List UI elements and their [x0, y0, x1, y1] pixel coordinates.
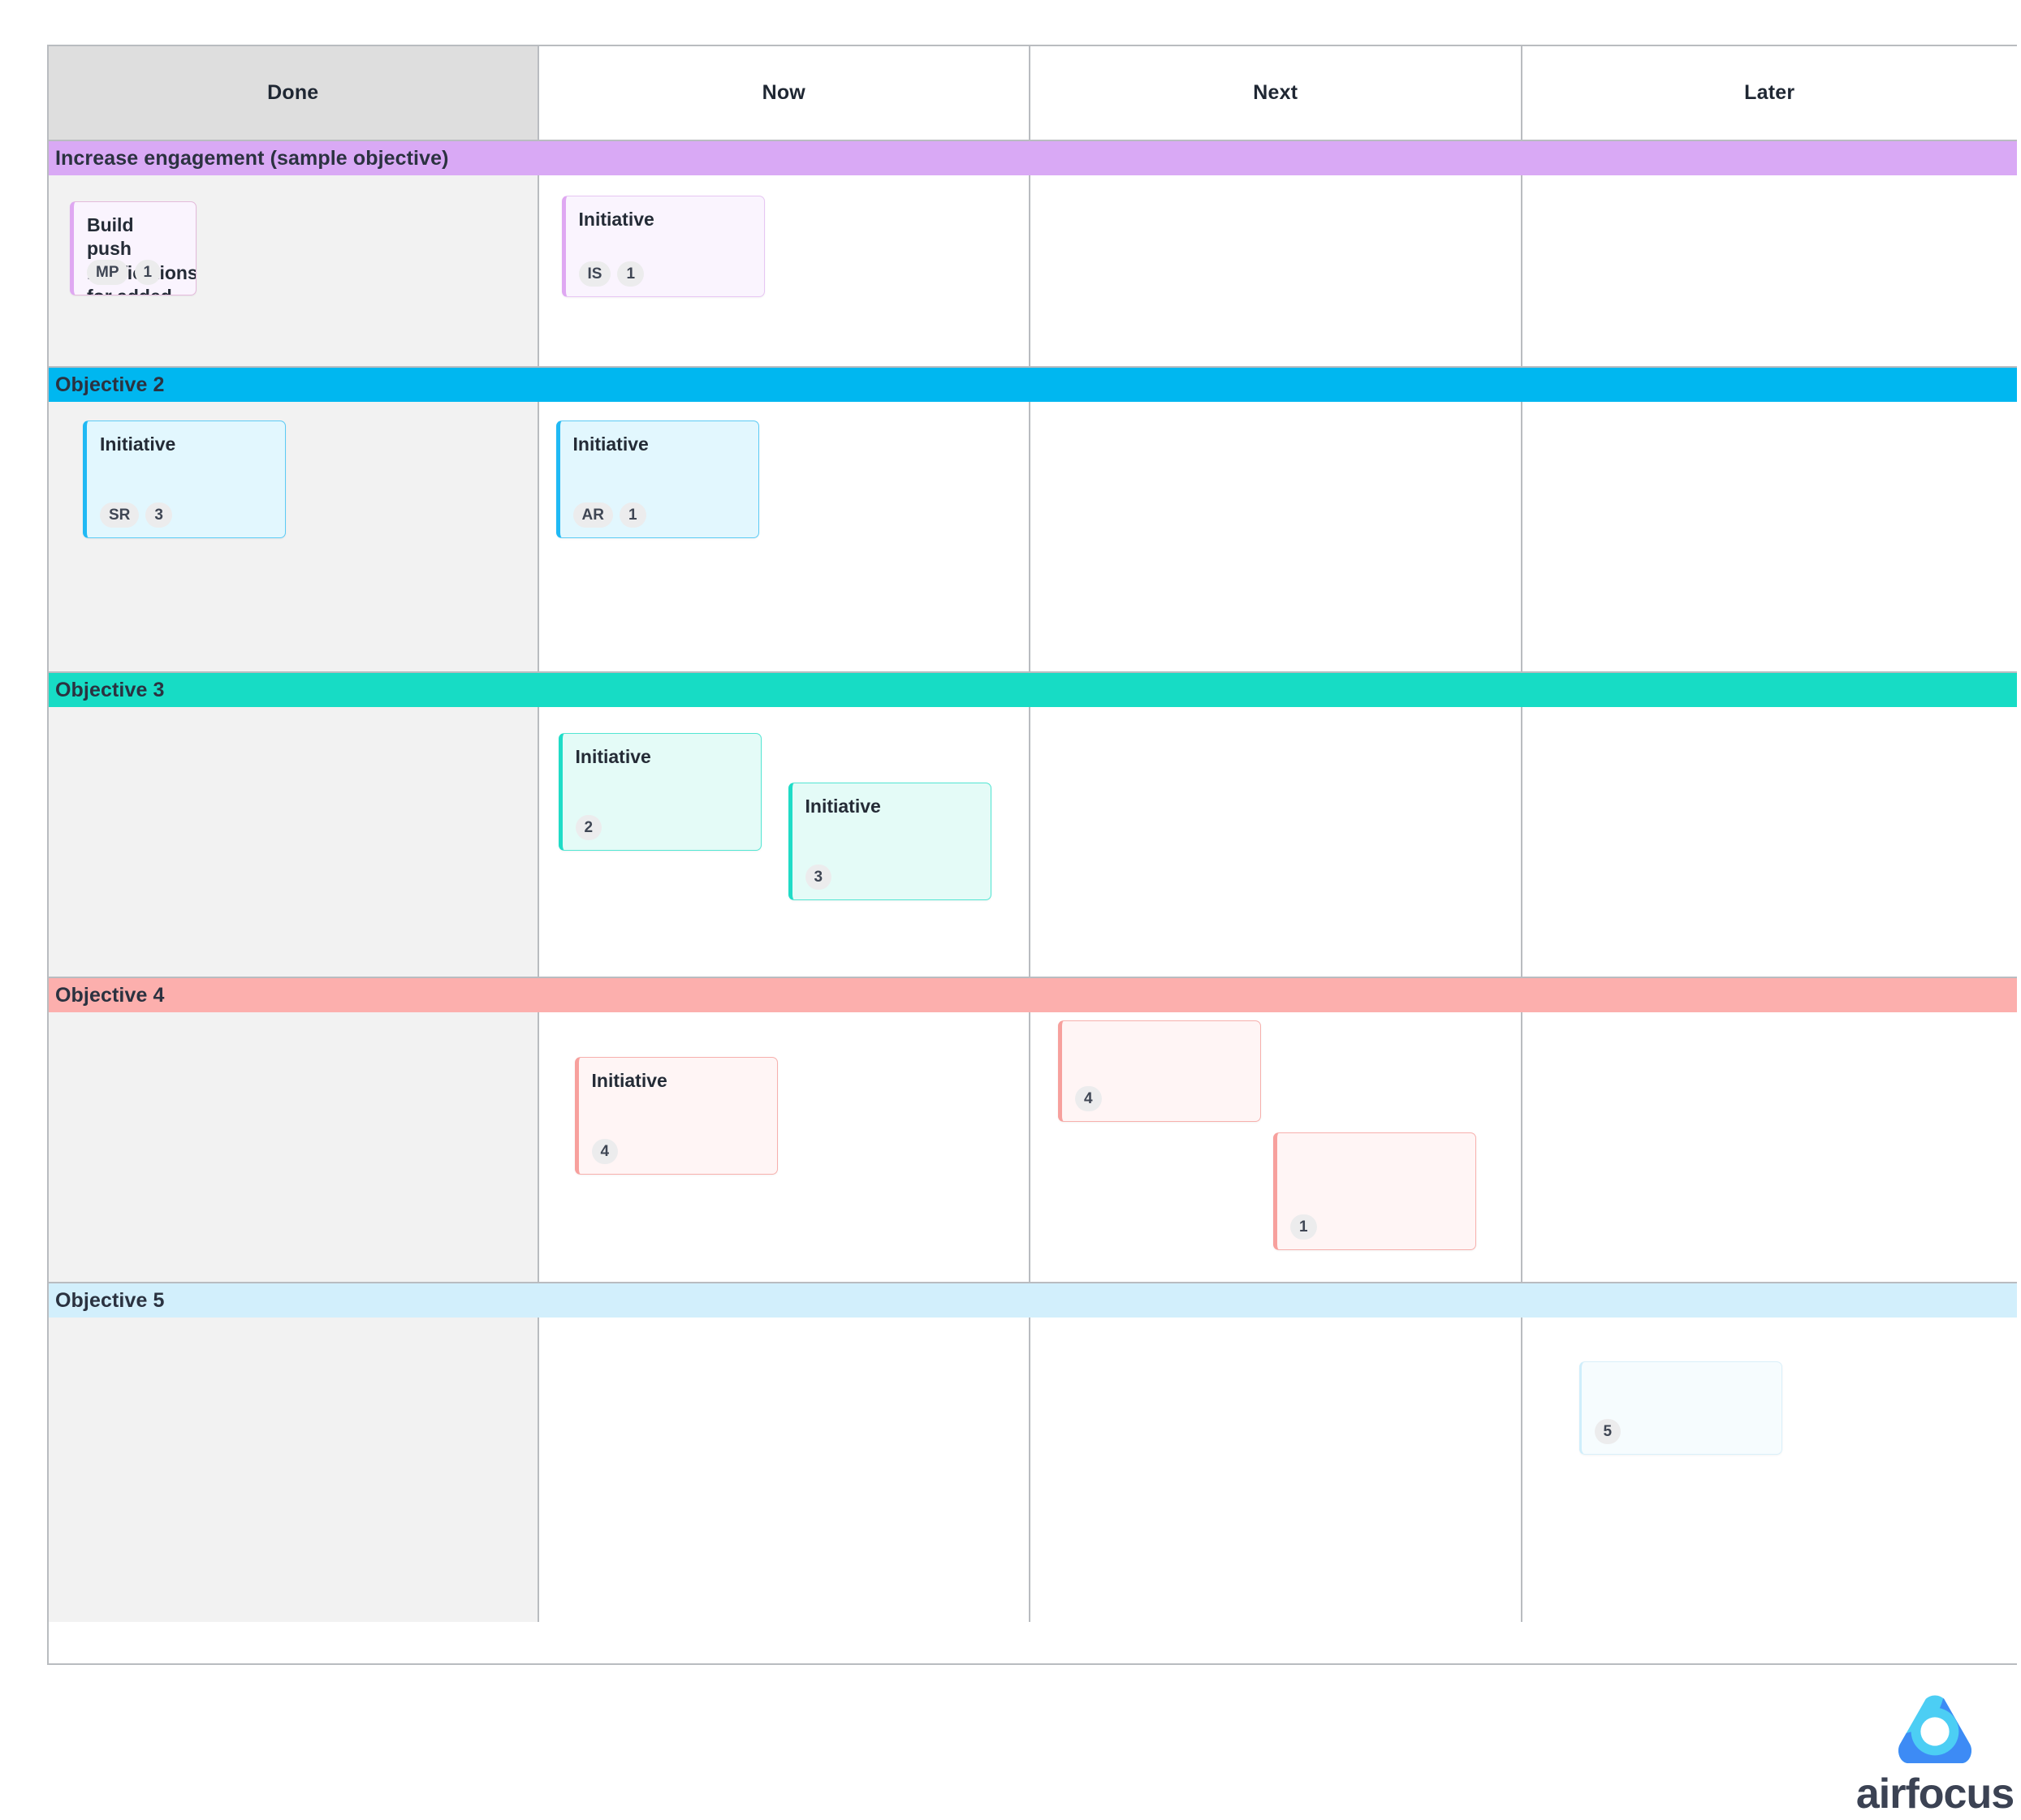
- card-initiative[interactable]: Initiative 2: [558, 733, 762, 851]
- airfocus-wordmark: airfocus: [1855, 1770, 2015, 1818]
- column-header-now[interactable]: Now: [538, 46, 1030, 140]
- card-untitled[interactable]: 4: [1058, 1020, 1261, 1122]
- card-badges: 3: [805, 865, 832, 890]
- lane-3-cell-done[interactable]: [49, 707, 539, 977]
- column-header-later[interactable]: Later: [1522, 46, 2017, 140]
- column-header-row: Done Now Next Later: [49, 46, 2017, 141]
- objective-bar-4-label: Objective 4: [55, 983, 165, 1007]
- lane-5-cell-next[interactable]: [1030, 1318, 1522, 1622]
- lane-2-cell-next[interactable]: [1030, 402, 1522, 671]
- badge-owner: SR: [100, 502, 140, 528]
- card-badges: IS 1: [578, 261, 645, 287]
- card-untitled[interactable]: 5: [1578, 1361, 1782, 1455]
- lane-5-cell-done[interactable]: [49, 1318, 539, 1622]
- badge-owner: IS: [578, 261, 611, 287]
- objective-bar-1-label: Increase engagement (sample objective): [55, 146, 449, 170]
- card-badges: 2: [575, 815, 602, 840]
- lane-3-cell-later[interactable]: [1522, 707, 2017, 977]
- badge-count: 4: [591, 1139, 619, 1164]
- card-title: Initiative: [575, 746, 651, 767]
- card-title: Initiative: [578, 209, 654, 230]
- card-initiative[interactable]: Initiative IS 1: [561, 196, 765, 297]
- lane-5-cell-later[interactable]: 5: [1522, 1318, 2017, 1622]
- objective-bar-3[interactable]: Objective 3: [49, 673, 2017, 707]
- lane-5-cell-now[interactable]: [538, 1318, 1030, 1622]
- card-badges: SR 3: [100, 502, 172, 528]
- card-badges: AR 1: [572, 502, 646, 528]
- airfocus-logo: airfocus: [1853, 1695, 2017, 1815]
- lane-3-cell-next[interactable]: [1030, 707, 1522, 977]
- badge-count: 1: [1290, 1214, 1317, 1240]
- card-title: Initiative: [100, 433, 176, 455]
- airfocus-logo-icon: [1898, 1695, 1971, 1764]
- card-build-push-notifications[interactable]: Build push notifications for added user …: [70, 201, 196, 295]
- objective-bar-1[interactable]: Increase engagement (sample objective): [49, 141, 2017, 175]
- lane-1-cell-now[interactable]: Initiative IS 1: [538, 175, 1030, 366]
- card-badges: MP 1: [87, 260, 162, 285]
- card-title: Initiative: [572, 433, 649, 455]
- column-header-next-label: Next: [1253, 81, 1298, 104]
- badge-count: 3: [145, 502, 172, 528]
- column-header-now-label: Now: [762, 81, 805, 104]
- badge-count: 1: [617, 261, 645, 287]
- badge-count: 3: [805, 865, 832, 890]
- card-initiative[interactable]: Initiative 4: [574, 1057, 778, 1175]
- objective-bar-2-label: Objective 2: [55, 373, 165, 396]
- lane-4-cell-next[interactable]: 4 1: [1030, 1012, 1522, 1282]
- card-title: Initiative: [591, 1070, 667, 1091]
- objective-lane-5: 5: [49, 1318, 2017, 1622]
- objective-bar-5-label: Objective 5: [55, 1288, 165, 1312]
- lane-1-cell-later[interactable]: [1522, 175, 2017, 366]
- badge-owner: AR: [572, 502, 613, 528]
- card-initiative[interactable]: Initiative AR 1: [555, 420, 759, 538]
- objective-lane-2: Initiative SR 3 Initiative AR 1: [49, 402, 2017, 673]
- objective-lane-1: Build push notifications for added user …: [49, 175, 2017, 368]
- lane-4-cell-done[interactable]: [49, 1012, 539, 1282]
- lane-3-cell-now[interactable]: Initiative 2 Initiative 3: [538, 707, 1030, 977]
- card-title: Initiative: [805, 796, 881, 817]
- card-initiative[interactable]: Initiative SR 3: [83, 420, 286, 538]
- lane-1-cell-done[interactable]: Build push notifications for added user …: [49, 175, 539, 366]
- lane-2-cell-later[interactable]: [1522, 402, 2017, 671]
- badge-count: 4: [1075, 1086, 1102, 1111]
- column-header-later-label: Later: [1744, 81, 1795, 104]
- roadmap-board: Done Now Next Later Increase engagement …: [47, 45, 2017, 1665]
- badge-owner: MP: [87, 260, 128, 285]
- card-badges: 4: [591, 1139, 619, 1164]
- badge-count: 1: [134, 260, 162, 285]
- card-initiative[interactable]: Initiative 3: [788, 783, 991, 900]
- objective-bar-5[interactable]: Objective 5: [49, 1283, 2017, 1318]
- objective-bar-2[interactable]: Objective 2: [49, 368, 2017, 402]
- card-untitled[interactable]: 1: [1273, 1132, 1476, 1250]
- card-badges: 5: [1594, 1419, 1622, 1444]
- roadmap-board-page: Done Now Next Later Increase engagement …: [0, 0, 2021, 1820]
- objective-lane-3: Initiative 2 Initiative 3: [49, 707, 2017, 978]
- column-header-done[interactable]: Done: [49, 46, 539, 140]
- lane-4-cell-now[interactable]: Initiative 4: [538, 1012, 1030, 1282]
- lane-2-cell-now[interactable]: Initiative AR 1: [538, 402, 1030, 671]
- badge-count: 5: [1594, 1419, 1622, 1444]
- badge-count: 1: [619, 502, 646, 528]
- badge-count: 2: [575, 815, 602, 840]
- lane-1-cell-next[interactable]: [1030, 175, 1522, 366]
- objective-bar-3-label: Objective 3: [55, 678, 165, 701]
- card-badges: 4: [1075, 1086, 1102, 1111]
- objective-bar-4[interactable]: Objective 4: [49, 978, 2017, 1012]
- objective-lane-4: Initiative 4 4 1: [49, 1012, 2017, 1283]
- lane-4-cell-later[interactable]: [1522, 1012, 2017, 1282]
- lane-2-cell-done[interactable]: Initiative SR 3: [49, 402, 539, 671]
- column-header-done-label: Done: [267, 81, 319, 104]
- card-badges: 1: [1290, 1214, 1317, 1240]
- column-header-next[interactable]: Next: [1030, 46, 1522, 140]
